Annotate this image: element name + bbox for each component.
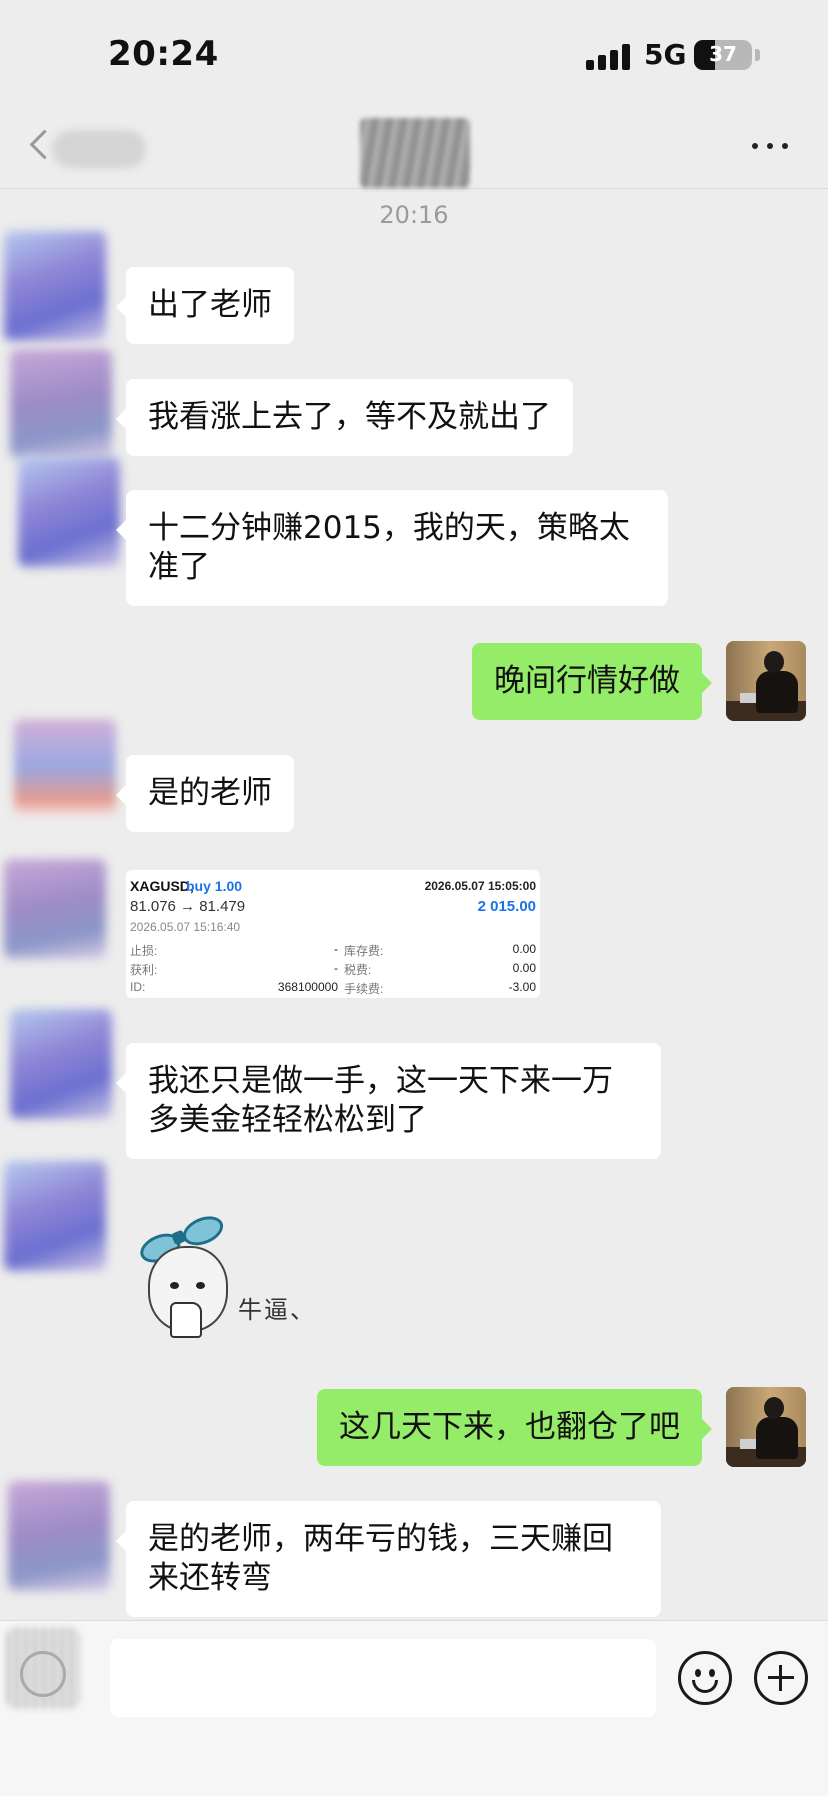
- back-button[interactable]: [28, 126, 146, 170]
- message-input[interactable]: [110, 1639, 656, 1717]
- chat-title-redacted: [360, 118, 470, 188]
- sticker-caption: 牛逼、: [238, 1296, 316, 1324]
- trade-side: buy 1.00: [186, 878, 243, 894]
- trade-close-time: 2026.05.07 15:16:40: [130, 920, 241, 934]
- message-bubble-received[interactable]: 是的老师，两年亏的钱，三天赚回来还转弯: [116, 1501, 661, 1617]
- trade-screenshot-image[interactable]: XAGUSD, buy 1.00 2026.05.07 15:05:00 81.…: [126, 870, 540, 998]
- trade-symbol: XAGUSD,: [130, 878, 194, 894]
- contact-avatar[interactable]: [10, 349, 112, 459]
- message-bubble-received[interactable]: 出了老师: [116, 267, 294, 344]
- thumbs-up-icon: [170, 1302, 202, 1338]
- self-avatar[interactable]: [726, 641, 806, 721]
- voice-input-button[interactable]: [20, 1651, 66, 1697]
- contact-avatar[interactable]: [10, 1009, 112, 1119]
- chat-messages[interactable]: 20:16 出了老师 我看涨上去了，等不及就出了 十二分钟赚2015，我的天，策…: [0, 189, 828, 1619]
- message-bubble-sent[interactable]: 晚间行情好做: [472, 643, 712, 720]
- status-time: 20:24: [108, 34, 219, 74]
- message-bubble-received[interactable]: 我看涨上去了，等不及就出了: [116, 379, 573, 456]
- message-bubble-received[interactable]: 十二分钟赚2015，我的天，策略太准了: [116, 490, 668, 606]
- contact-avatar[interactable]: [4, 1161, 106, 1271]
- take-profit-label: 获利:: [130, 963, 158, 977]
- trade-open-time: 2026.05.07 15:05:00: [424, 879, 536, 893]
- commission-label: 手续费:: [344, 982, 384, 996]
- contact-avatar[interactable]: [4, 231, 106, 341]
- more-options-button[interactable]: [752, 137, 792, 153]
- battery-level: 37: [709, 42, 737, 66]
- status-bar: 20:24 5G 37: [0, 0, 828, 110]
- chat-header: [0, 110, 828, 189]
- contact-avatar[interactable]: [4, 859, 106, 959]
- stop-loss-label: 止损:: [130, 944, 158, 958]
- battery-tip: [755, 49, 760, 61]
- message-bubble-received[interactable]: 是的老师: [116, 755, 294, 832]
- swap-label: 库存费:: [344, 944, 384, 958]
- message-timestamp: 20:16: [379, 201, 449, 229]
- cellular-signal-icon: [586, 44, 636, 70]
- sticker-image[interactable]: 牛逼、: [126, 1194, 346, 1344]
- tax-label: 税费:: [344, 963, 372, 977]
- message-bubble-received[interactable]: 我还只是做一手，这一天下来一万多美金轻轻松松到了: [116, 1043, 661, 1159]
- id-label: ID:: [130, 980, 146, 994]
- unread-count-redacted: [52, 130, 146, 168]
- contact-avatar[interactable]: [14, 719, 116, 815]
- stop-loss-value: -: [334, 942, 338, 956]
- self-avatar[interactable]: [726, 1387, 806, 1467]
- trade-profit: 2 015.00: [477, 898, 536, 915]
- contact-avatar[interactable]: [18, 457, 120, 567]
- network-type: 5G: [644, 38, 687, 71]
- swap-value: 0.00: [512, 942, 536, 956]
- message-bubble-sent[interactable]: 这几天下来，也翻仓了吧: [317, 1389, 712, 1466]
- trade-prices: 81.076 → 81.479: [130, 898, 246, 915]
- battery-icon: 37: [694, 40, 752, 70]
- commission-value: -3.00: [508, 980, 536, 994]
- more-icon: [752, 143, 758, 149]
- emoji-icon: [695, 1669, 701, 1677]
- tax-value: 0.00: [512, 961, 536, 975]
- emoji-button[interactable]: [678, 1651, 732, 1705]
- more-functions-button[interactable]: [754, 1651, 808, 1705]
- take-profit-value: -: [334, 961, 338, 975]
- message-input-bar: [0, 1620, 828, 1796]
- contact-avatar[interactable]: [8, 1481, 110, 1591]
- id-value: 368100000: [277, 980, 338, 994]
